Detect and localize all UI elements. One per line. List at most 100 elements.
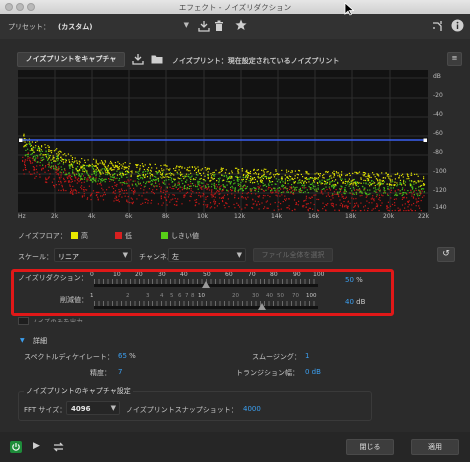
spectrum-dot — [156, 172, 158, 174]
spectrum-dot — [401, 194, 403, 197]
advanced-header[interactable]: 詳細 — [33, 336, 47, 346]
spectrum-dot — [348, 178, 350, 180]
spectrum-dot — [42, 164, 44, 166]
spectrum-dot — [120, 188, 123, 190]
spectrum-dot — [42, 156, 44, 158]
spectrum-dot — [395, 192, 397, 194]
apply-button[interactable]: 適用 — [411, 439, 459, 455]
spectrum-dot — [143, 189, 145, 191]
spectrum-dot — [355, 193, 358, 195]
threshold-handle-right[interactable] — [423, 138, 428, 143]
reset-icon[interactable]: ↺ — [437, 247, 455, 262]
spectrum-dot — [214, 173, 216, 175]
info-icon[interactable] — [451, 19, 464, 32]
loop-icon[interactable] — [52, 441, 65, 453]
spectrum-dot — [101, 171, 103, 173]
snapshots-value[interactable]: 4000 — [243, 405, 261, 413]
hz-tick: 6k — [125, 213, 133, 220]
save-preset-icon[interactable] — [198, 20, 210, 32]
spectrum-dot — [161, 174, 163, 176]
spectrum-dot — [231, 176, 233, 178]
spectrum-dot — [191, 166, 193, 168]
spectrum-dot — [334, 193, 336, 195]
routing-icon[interactable] — [432, 20, 444, 32]
favorite-star-icon[interactable] — [235, 19, 247, 31]
scale-dropdown[interactable]: リニア ▼ — [54, 248, 132, 262]
channel-dropdown[interactable]: 左 ▼ — [168, 248, 246, 262]
spectrum-dot — [120, 173, 122, 175]
spectrum-dot — [234, 190, 236, 192]
transition-width-value[interactable]: 0 dB — [305, 368, 321, 376]
close-button[interactable]: 閉じる — [346, 439, 394, 455]
spectral-decay-number[interactable]: 65 — [118, 352, 127, 360]
spectrum-dot — [332, 193, 334, 195]
output-noise-only-checkbox[interactable] — [18, 317, 29, 325]
spectrum-dot — [61, 169, 63, 171]
spectrum-dot — [81, 188, 83, 190]
spectrum-dot — [194, 199, 196, 201]
spectrum-dot — [291, 210, 293, 212]
spectrum-dot — [231, 170, 233, 172]
spectrum-dot — [127, 201, 129, 203]
play-icon[interactable]: ▶ — [33, 441, 40, 451]
fft-size-dropdown[interactable]: 4096 ▼ — [66, 401, 120, 415]
folder-open-icon[interactable] — [151, 54, 163, 64]
spectrum-dot — [133, 193, 135, 195]
spectrum-dot — [249, 170, 252, 173]
spectrum-dot — [269, 196, 271, 198]
spectrum-dot — [352, 209, 354, 211]
spectrum-dot — [280, 208, 282, 210]
select-entire-file-button[interactable]: ファイル全体を選択 — [253, 248, 333, 262]
menu-icon[interactable]: ≡ — [447, 52, 462, 66]
window-title: エフェクト - ノイズリダクション — [178, 3, 292, 12]
spectrum-dot — [289, 188, 291, 190]
spectral-decay-value[interactable]: 65 % — [118, 352, 136, 360]
disclosure-triangle-icon[interactable]: ▼ — [20, 337, 25, 344]
spectrum-dot — [333, 180, 335, 182]
spectrum-dot — [154, 163, 156, 165]
spectrum-dot — [161, 177, 163, 179]
spectrum-dot — [130, 179, 132, 181]
spectrum-dot — [420, 200, 422, 202]
spectrum-dot — [329, 189, 332, 191]
spectrum-dot — [108, 186, 110, 188]
spectrum-dot — [210, 177, 212, 179]
power-icon[interactable] — [10, 441, 22, 453]
spectrum-dot — [108, 178, 110, 180]
spectrum-plot[interactable] — [18, 70, 428, 212]
spectrum-dot — [141, 195, 143, 197]
precision-value[interactable]: 7 — [118, 368, 122, 376]
spectrum-dot — [189, 195, 191, 197]
spectrum-dot — [118, 195, 120, 197]
spectrum-dot — [254, 181, 256, 184]
spectrum-dot — [407, 190, 409, 192]
spectrum-dot — [207, 173, 209, 176]
smoothing-value[interactable]: 1 — [305, 352, 309, 360]
spectrum-dot — [218, 179, 220, 181]
spectrum-dot — [161, 168, 163, 170]
spectrum-dot — [23, 135, 25, 137]
capture-noise-print-button[interactable]: ノイズプリントをキャプチャ — [17, 52, 125, 67]
spectrum-dot — [57, 172, 59, 175]
spectrum-dot — [411, 195, 413, 197]
spectrum-dot — [294, 170, 296, 172]
preset-dropdown[interactable]: (カスタム) ▼ — [56, 19, 191, 33]
spectrum-dot — [106, 168, 108, 170]
spectrum-dot — [142, 171, 144, 173]
trash-icon[interactable] — [214, 20, 224, 32]
noise-spectrum-graph[interactable] — [18, 70, 428, 212]
spectrum-dot — [163, 176, 165, 178]
spectrum-dot — [65, 161, 67, 163]
spectrum-dot — [250, 190, 252, 192]
spectrum-dot — [402, 193, 404, 195]
spectrum-dot — [141, 177, 143, 179]
spectrum-dot — [53, 157, 55, 159]
spectrum-dot — [242, 180, 244, 182]
spectrum-dot — [334, 209, 336, 211]
spectrum-dot — [242, 189, 244, 192]
spectrum-dot — [307, 203, 309, 205]
threshold-handle-left[interactable] — [19, 138, 23, 143]
spectrum-dot — [264, 176, 266, 178]
spectrum-dot — [78, 168, 81, 171]
save-noise-print-icon[interactable] — [132, 53, 144, 65]
